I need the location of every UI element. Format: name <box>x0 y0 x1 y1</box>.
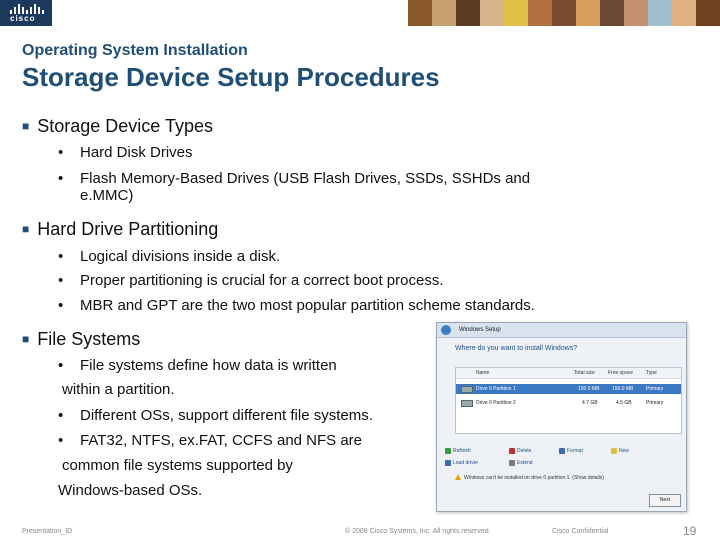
square-bullet-icon: ■ <box>22 332 30 346</box>
list-item-continuation: Windows-based OSs. <box>58 482 203 499</box>
windows-setup-screenshot: Windows Setup Where do you want to insta… <box>436 322 687 512</box>
table-row[interactable]: Drive 0 Partition 2 4.7 GB 4.5 GB Primar… <box>456 398 681 408</box>
cisco-logo: cisco <box>0 0 52 26</box>
cisco-bars-icon <box>10 4 44 14</box>
banner-photo <box>432 0 456 26</box>
column-header[interactable]: Name <box>476 370 489 376</box>
header-banner: cisco <box>0 0 720 26</box>
list-item: • Logical divisions inside a disk. <box>58 248 281 265</box>
extend-icon <box>509 460 515 466</box>
list-item: • File systems define how data is written <box>58 357 337 374</box>
banner-photo <box>576 0 600 26</box>
table-header: Name Total size Free space Type <box>456 368 681 379</box>
footer-confidential: Cisco Confidential <box>552 528 609 535</box>
banner-photo <box>480 0 504 26</box>
window-title: Windows Setup <box>459 327 501 333</box>
list-item: • Proper partitioning is crucial for a co… <box>58 272 444 289</box>
column-header[interactable]: Type <box>646 370 657 376</box>
banner-photo <box>672 0 696 26</box>
banner-photo <box>696 0 720 26</box>
partition-total: 150.0 MB <box>578 386 600 392</box>
refresh-link[interactable]: Refresh <box>453 448 471 454</box>
banner-photo <box>504 0 528 26</box>
next-button[interactable]: Next <box>649 494 681 507</box>
format-link[interactable]: Format <box>567 448 583 454</box>
partition-total: 4.7 GB <box>582 400 598 406</box>
partition-name: Drive 0 Partition 2 <box>476 400 516 406</box>
partition-free: 150.0 MB <box>612 386 634 392</box>
cisco-logo-text: cisco <box>10 14 36 23</box>
slide-subtitle: Operating System Installation <box>22 42 248 59</box>
banner-photo-strip <box>408 0 720 26</box>
partition-type: Primary <box>646 400 664 406</box>
list-item: • Flash Memory-Based Drives (USB Flash Dr… <box>58 170 531 187</box>
banner-photo <box>552 0 576 26</box>
list-item: • Hard Disk Drives <box>58 144 193 161</box>
footer-presentation-id: Presentation_ID <box>22 528 73 535</box>
drive-icon <box>461 400 473 407</box>
drive-icon <box>461 386 473 393</box>
banner-photo <box>408 0 432 26</box>
column-header[interactable]: Total size <box>574 370 595 376</box>
column-header[interactable]: Free space <box>608 370 633 376</box>
list-item: • Different OSs, support different file s… <box>58 407 373 424</box>
new-link[interactable]: New <box>619 448 629 454</box>
back-arrow-icon[interactable] <box>441 325 451 335</box>
extend-link[interactable]: Extend <box>517 460 533 466</box>
partition-name: Drive 0 Partition 1 <box>476 386 516 392</box>
warning-icon <box>455 474 461 480</box>
list-item: • MBR and GPT are the two most popular pa… <box>58 297 535 314</box>
section-heading-file-systems: ■ File Systems <box>22 329 141 349</box>
format-icon <box>559 448 565 454</box>
load-driver-icon <box>445 460 451 466</box>
partition-free: 4.5 GB <box>616 400 632 406</box>
refresh-icon <box>445 448 451 454</box>
table-row[interactable]: Drive 0 Partition 1 150.0 MB 150.0 MB Pr… <box>456 384 681 394</box>
list-item: • FAT32, NTFS, ex.FAT, CCFS and NFS are <box>58 432 363 449</box>
warning-text: Windows can't be installed on drive 0 pa… <box>464 475 604 481</box>
new-icon <box>611 448 617 454</box>
section-heading-partitioning: ■ Hard Drive Partitioning <box>22 219 219 239</box>
delete-link[interactable]: Delete <box>517 448 531 454</box>
setup-question: Where do you want to install Windows? <box>455 345 578 352</box>
slide-title: Storage Device Setup Procedures <box>22 62 440 92</box>
delete-icon <box>509 448 515 454</box>
partition-type: Primary <box>646 386 664 392</box>
list-item-continuation: common file systems supported by <box>62 457 293 474</box>
window-titlebar: Windows Setup <box>437 323 686 338</box>
section-heading-storage-types: ■ Storage Device Types <box>22 116 214 136</box>
square-bullet-icon: ■ <box>22 119 30 133</box>
banner-photo <box>528 0 552 26</box>
install-warning: Windows can't be installed on drive 0 pa… <box>455 474 677 481</box>
load-driver-link[interactable]: Load driver <box>453 460 478 466</box>
partition-table: Name Total size Free space Type Drive 0 … <box>455 367 682 434</box>
banner-photo <box>600 0 624 26</box>
footer-copyright: © 2008 Cisco Systems, Inc. All rights re… <box>345 528 491 535</box>
banner-photo <box>624 0 648 26</box>
page-number: 19 <box>683 524 697 538</box>
list-item-continuation: within a partition. <box>62 381 175 398</box>
banner-photo <box>456 0 480 26</box>
banner-photo <box>648 0 672 26</box>
list-item-continuation: e.MMC) <box>80 187 134 204</box>
square-bullet-icon: ■ <box>22 222 30 236</box>
